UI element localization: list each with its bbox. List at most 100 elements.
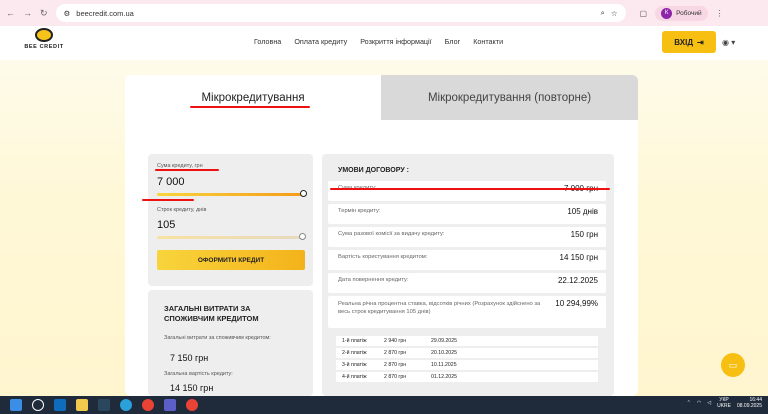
chrome-profile-icon[interactable] (186, 399, 198, 411)
site-header: BEE CREDIT Головна Оплата кредиту Розкри… (0, 26, 768, 60)
logo-text: BEE CREDIT (24, 44, 64, 50)
term-row-amount: Сума кредиту: 7 000 грн (328, 181, 606, 201)
payment-amount: 2 940 грн (384, 338, 407, 344)
teams-icon[interactable] (164, 399, 176, 411)
logo[interactable]: BEE CREDIT (22, 28, 66, 50)
login-label: ВХІД (674, 37, 694, 47)
mail-icon[interactable] (54, 399, 66, 411)
loan-calculator: Сума кредиту, грн 7 000 Строк кредиту, д… (148, 154, 313, 286)
row-value: 105 днів (567, 207, 598, 216)
row-label: Реальна річна процентна ставка, відсоткі… (338, 301, 541, 315)
reload-icon[interactable]: ↻ (40, 8, 48, 19)
menu-item-payment[interactable]: Оплата кредиту (294, 37, 347, 46)
annotation-underline (190, 106, 310, 108)
language-indicator[interactable]: УКР UKRE (717, 397, 731, 409)
zoom-icon[interactable]: ⌕ (601, 8, 605, 18)
row-label: Вартість користування кредитом: (338, 254, 428, 260)
apply-credit-button[interactable]: ОФОРМИТИ КРЕДИТ (157, 250, 305, 270)
profile-button[interactable]: К Робочий (655, 5, 708, 21)
system-tray: ⌃ ◠ ◁ УКР UKRE 16:44 08.09.2025 (687, 397, 762, 409)
menu-item-home[interactable]: Головна (254, 37, 281, 46)
term-slider-handle[interactable] (299, 233, 306, 240)
clock-date: 08.09.2025 (736, 403, 762, 409)
chat-icon: ▭ (728, 359, 738, 370)
contract-terms-panel: УМОВИ ДОГОВОРУ : Сума кредиту: 7 000 грн… (322, 154, 614, 396)
total-cost-label: Загальна вартість кредиту: (164, 371, 233, 377)
accessibility-eye-icon[interactable]: ◉ ▾ (722, 38, 735, 47)
chat-button[interactable]: ▭ (721, 353, 745, 377)
browser-toolbar: ← → ↻ ⚙ beecredit.com.ua ⌕ ☆ ▢ К Робочий… (0, 0, 768, 26)
annotation-underline (142, 199, 194, 201)
payment-number: 2-й платіж (342, 350, 367, 356)
payment-date: 29.09.2025 (431, 338, 457, 344)
term-label: Строк кредиту, днів (157, 207, 207, 213)
payment-amount: 2 870 грн (384, 350, 407, 356)
tab-microcredit[interactable]: Мікрокредитування (125, 75, 381, 120)
amount-slider-handle[interactable] (300, 190, 307, 197)
amount-value: 7 000 (157, 176, 185, 188)
forward-icon[interactable]: → (23, 8, 32, 19)
row-label: Сума разової комісії за видачу кредиту: (338, 231, 445, 237)
volume-icon[interactable]: ◁ (707, 400, 711, 406)
avatar: К (661, 7, 673, 19)
extensions-icon[interactable]: ▢ (640, 9, 648, 18)
terms-title: УМОВИ ДОГОВОРУ : (338, 167, 409, 174)
telegram-icon[interactable] (120, 399, 132, 411)
profile-name: Робочий (676, 9, 702, 17)
file-explorer-icon[interactable] (76, 399, 88, 411)
expenses-value: 7 150 грн (170, 353, 209, 363)
row-value: 22.12.2025 (557, 276, 598, 285)
tab-microcredit-repeat[interactable]: Мікрокредитування (повторне) (381, 75, 638, 120)
login-door-icon: ⇥ (697, 37, 704, 47)
payment-number: 4-й платіж (342, 374, 367, 380)
url-text: beecredit.com.ua (76, 8, 134, 18)
main-menu: Головна Оплата кредиту Розкриття інформа… (254, 37, 503, 46)
tray-arrow-icon[interactable]: ⌃ (687, 400, 691, 406)
costs-title: ЗАГАЛЬНІ ВИТРАТИ ЗА СПОЖИВЧИМ КРЕДИТОМ (164, 304, 259, 323)
lang-bottom: UKRE (717, 403, 731, 409)
windows-start-icon[interactable] (10, 399, 22, 411)
login-button[interactable]: ВХІД ⇥ (662, 31, 716, 53)
site-info-icon[interactable]: ⚙ (64, 9, 71, 18)
expenses-label: Загальні витрати за споживчим кредитом: (164, 335, 271, 341)
bee-icon (35, 28, 53, 42)
menu-item-blog[interactable]: Блог (445, 37, 461, 46)
amount-slider[interactable] (157, 193, 305, 196)
payment-row: 3-й платіж 2 870 грн 10.11.2025 (336, 360, 598, 371)
term-row-usage-cost: Вартість користування кредитом: 14 150 г… (328, 250, 606, 270)
row-value: 150 грн (570, 230, 598, 239)
clock[interactable]: 16:44 08.09.2025 (737, 397, 762, 409)
payment-row: 2-й платіж 2 870 грн 20.10.2025 (336, 348, 598, 359)
row-value: 10 294,99% (555, 299, 598, 308)
back-icon[interactable]: ← (6, 8, 15, 19)
payment-number: 1-й платіж (342, 338, 367, 344)
term-row-apr: Реальна річна процентна ставка, відсоткі… (328, 296, 606, 328)
payment-row: 4-й платіж 2 870 грн 01.12.2025 (336, 372, 598, 383)
term-row-return-date: Дата повернення кредиту: 22.12.2025 (328, 273, 606, 293)
term-value: 105 (157, 219, 176, 231)
browser-nav: ← → ↻ (6, 8, 48, 19)
row-label: Термін кредиту: (338, 208, 381, 214)
payment-date: 20.10.2025 (431, 350, 457, 356)
payment-date: 10.11.2025 (431, 362, 457, 368)
total-cost-value: 14 150 грн (170, 383, 214, 393)
chrome-icon[interactable] (142, 399, 154, 411)
payment-date: 01.12.2025 (431, 374, 457, 380)
address-bar[interactable]: ⚙ beecredit.com.ua ⌕ ☆ (55, 4, 626, 22)
wifi-icon[interactable]: ◠ (697, 400, 701, 406)
windows-taskbar: ⌃ ◠ ◁ УКР UKRE 16:44 08.09.2025 (0, 396, 768, 414)
payment-amount: 2 870 грн (384, 374, 407, 380)
term-slider[interactable] (157, 236, 305, 239)
total-costs-panel: ЗАГАЛЬНІ ВИТРАТИ ЗА СПОЖИВЧИМ КРЕДИТОМ З… (148, 290, 313, 396)
menu-dots-icon[interactable]: ⋮ (716, 9, 724, 18)
menu-item-contacts[interactable]: Контакти (473, 37, 503, 46)
steam-icon[interactable] (98, 399, 110, 411)
bookmark-star-icon[interactable]: ☆ (611, 9, 618, 18)
payment-number: 3-й платіж (342, 362, 367, 368)
row-value: 14 150 грн (559, 253, 598, 262)
term-row-commission: Сума разової комісії за видачу кредиту: … (328, 227, 606, 247)
annotation-underline (155, 169, 219, 171)
row-label: Дата повернення кредиту: (338, 277, 409, 283)
menu-item-disclosure[interactable]: Розкриття інформації (360, 37, 431, 46)
search-icon[interactable] (32, 399, 44, 411)
